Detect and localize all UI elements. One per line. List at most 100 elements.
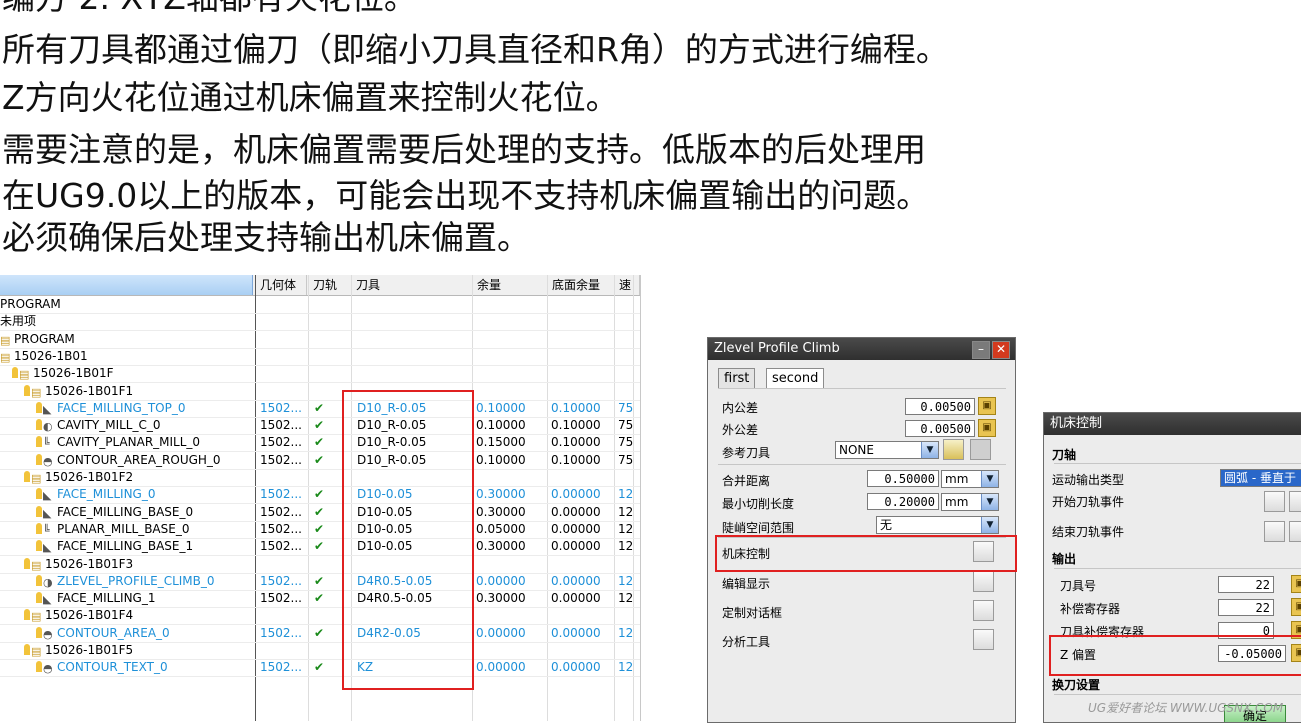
column-header-speed[interactable]: 速 — [615, 275, 640, 295]
column-header-tool[interactable]: 刀具 — [352, 275, 473, 295]
operation-name-cell: ◣ FACE_MILLING_BASE_1 — [0, 538, 291, 555]
floor-stock-cell-text: 0.00000 — [551, 625, 601, 640]
lock-icon[interactable]: ▣ — [1291, 575, 1301, 593]
lock-icon[interactable]: ▣ — [978, 419, 996, 437]
column-header-stock[interactable]: 余量 — [473, 275, 548, 295]
stock-cell — [476, 469, 546, 486]
floor-stock-cell-text: 0.00000 — [551, 521, 601, 536]
min-cut-unit-select[interactable]: mm ▼ — [941, 493, 999, 511]
table-row[interactable]: ▤ 15026-1B01F5 — [0, 642, 640, 660]
table-row[interactable]: ▤ PROGRAM — [0, 331, 640, 349]
merge-unit-select[interactable]: mm ▼ — [941, 470, 999, 488]
operation-name-cell: PROGRAM — [0, 296, 255, 313]
table-row[interactable]: ◑ ZLEVEL_PROFILE_CLIMB_0 1502... ✔ D4R0.5-0.… — [0, 573, 640, 591]
stock-cell-text: 0.10000 — [476, 400, 526, 415]
table-row[interactable]: ◓ CONTOUR_AREA_ROUGH_0 1502... ✔ D10_R-0.05 0… — [0, 452, 640, 470]
table-row[interactable]: ◣ FACE_MILLING_1 1502... ✔ D4R0.5-0.05 0.3000… — [0, 590, 640, 609]
table-row[interactable]: ▤ 15026-1B01 — [0, 348, 640, 366]
table-row[interactable]: ◣ FACE_MILLING_TOP_0 1502... ✔ D10_R-0.05 0.1… — [0, 400, 640, 418]
table-row[interactable]: ╚ CAVITY_PLANAR_MILL_0 1502... ✔ D10_R-0.05 0… — [0, 434, 640, 453]
speed-cell: 75 — [618, 434, 640, 451]
operation-name-cell-text: PLANAR_MILL_BASE_0 — [57, 521, 190, 536]
table-row[interactable]: PROGRAM — [0, 296, 640, 314]
table-row[interactable]: ◐ CAVITY_MILL_C_0 1502... ✔ D10_R-0.05 0.1000… — [0, 417, 640, 436]
geometry-cell — [260, 365, 308, 382]
speed-cell-text: 75 — [618, 400, 634, 415]
adjust-register-field[interactable]: 22 — [1218, 599, 1274, 616]
minimize-icon[interactable]: – — [972, 341, 990, 359]
floor-stock-cell-text: 0.00000 — [551, 487, 601, 502]
analysis-tools-icon[interactable] — [973, 629, 994, 650]
reftool-select[interactable]: NONE ▼ — [835, 441, 939, 459]
table-row[interactable]: ◣ FACE_MILLING_BASE_0 1502... ✔ D10-0.05 0.30… — [0, 504, 640, 522]
table-row[interactable]: ◓ CONTOUR_TEXT_0 1502... ✔ KZ 0.00000 0.00000 1… — [0, 659, 640, 678]
close-icon[interactable]: ✕ — [992, 341, 1010, 359]
table-row[interactable]: ╚ PLANAR_MILL_BASE_0 1502... ✔ D10-0.05 0.050… — [0, 521, 640, 539]
face-mill-icon: ◣ — [43, 593, 52, 607]
tool-number-field[interactable]: 22 — [1218, 576, 1274, 593]
speed-cell: 75 — [618, 417, 640, 434]
steep-space-select[interactable]: 无 ▼ — [876, 516, 999, 534]
operation-name-cell: ◐ CAVITY_MILL_C_0 — [0, 417, 291, 434]
table-row[interactable]: ◓ CONTOUR_AREA_0 1502... ✔ D4R2-0.05 0.00000 0… — [0, 625, 640, 643]
table-row[interactable]: 未用项 — [0, 313, 640, 332]
custom-dialog-icon[interactable] — [973, 600, 994, 621]
key-icon — [36, 626, 42, 638]
tool-axis-section[interactable]: 刀轴 — [1052, 446, 1076, 463]
speed-cell-text: 12 — [618, 521, 634, 536]
start-event-edit-icon[interactable] — [1289, 491, 1301, 512]
stock-cell-text: 0.15000 — [476, 435, 526, 450]
tab-first[interactable]: first — [718, 368, 756, 389]
min-cut-field[interactable]: 0.20000 — [867, 493, 939, 510]
geometry-cell-text: 1502... — [260, 504, 302, 519]
column-header-name[interactable] — [0, 275, 253, 295]
select-tool-icon[interactable] — [943, 439, 964, 460]
end-event-edit-icon[interactable] — [1289, 521, 1301, 542]
table-row[interactable]: ▤ 15026-1B01F4 — [0, 607, 640, 626]
merge-distance-label: 合并距离 — [722, 474, 771, 488]
table-row[interactable]: ▤ 15026-1B01F1 — [0, 383, 640, 401]
stock-cell-text: 0.00000 — [476, 573, 526, 588]
geometry-cell: 1502... — [260, 452, 308, 469]
geometry-cell-text: 1502... — [260, 400, 302, 415]
table-row[interactable]: ◣ FACE_MILLING_0 1502... ✔ D10-0.05 0.30000 0.… — [0, 486, 640, 505]
start-event-icon[interactable] — [1264, 491, 1285, 512]
floor-stock-cell-text: 0.00000 — [551, 591, 601, 606]
floor-stock-cell-text: 0.00000 — [551, 504, 601, 519]
end-event-icon[interactable] — [1264, 521, 1285, 542]
slide-line-4: 需要注意的是，机床偏置需要后处理的支持。低版本的后处理用 — [2, 130, 926, 169]
lock-icon[interactable]: ▣ — [978, 397, 996, 415]
speed-cell — [618, 296, 640, 313]
stock-cell: 0.10000 — [476, 452, 546, 469]
output-section[interactable]: 输出 — [1052, 550, 1076, 567]
table-row[interactable]: ▤ 15026-1B01F2 — [0, 469, 640, 487]
key-folder-icon: ▤ — [19, 368, 30, 382]
table-row[interactable]: ▤ 15026-1B01F — [0, 365, 640, 384]
table-row[interactable]: ▤ 15026-1B01F3 — [0, 556, 640, 574]
column-header-toolpath[interactable]: 刀轨 — [309, 275, 352, 295]
lock-icon[interactable]: ▣ — [1291, 598, 1301, 616]
key-folder-icon: ▤ — [31, 645, 42, 658]
floor-stock-cell-text: 0.10000 — [551, 435, 601, 450]
contour-icon: ◓ — [43, 627, 53, 641]
tab-second[interactable]: second — [766, 368, 825, 389]
table-row[interactable]: ◣ FACE_MILLING_BASE_1 1502... ✔ D10-0.05 0.30… — [0, 538, 640, 557]
motion-output-select[interactable]: 圆弧 - 垂直于 — [1220, 469, 1301, 487]
column-header-floor-stock[interactable]: 底面余量 — [548, 275, 615, 295]
outtol-field[interactable]: 0.00500 — [905, 420, 975, 437]
z-offset-highlight — [1049, 635, 1301, 676]
column-header-geometry[interactable]: 几何体 — [256, 275, 307, 295]
geometry-cell-text: 1502... — [260, 435, 302, 450]
tool-change-section[interactable]: 换刀设置 — [1052, 676, 1100, 693]
stock-cell-text: 0.30000 — [476, 504, 526, 519]
intol-label: 内公差 — [722, 401, 759, 415]
toolpath-cell — [314, 331, 350, 348]
toolpath-cell — [314, 365, 350, 382]
floor-stock-cell: 0.10000 — [551, 417, 621, 434]
gear-icon[interactable] — [970, 439, 991, 460]
key-icon — [12, 367, 18, 379]
merge-distance-field[interactable]: 0.50000 — [867, 470, 939, 487]
intol-field[interactable]: 0.00500 — [905, 398, 975, 415]
toolpath-cell-text: ✔ — [314, 435, 325, 450]
edit-display-icon[interactable] — [973, 571, 994, 592]
